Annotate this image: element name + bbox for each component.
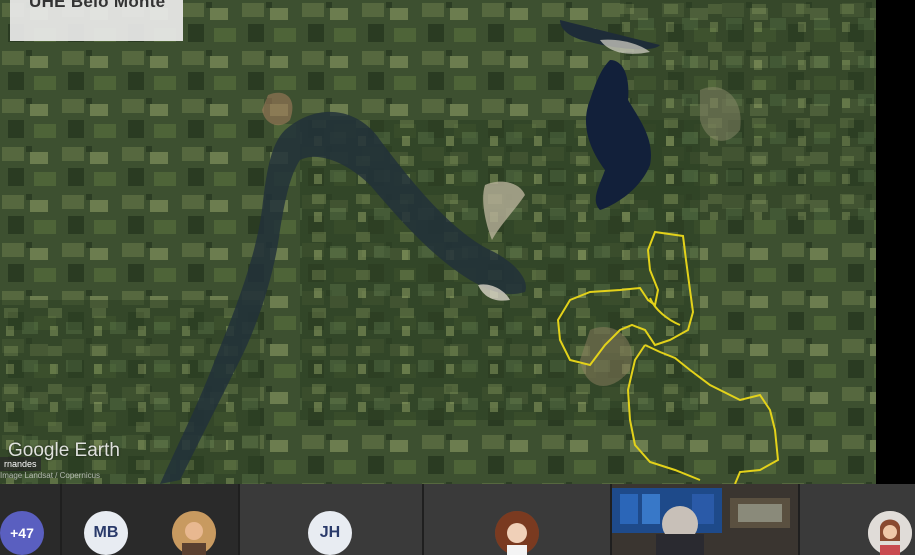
participant-tile-photo-2[interactable] xyxy=(424,484,610,555)
imagery-credit: Image Landsat / Copernicus xyxy=(0,471,101,480)
right-edge-bar xyxy=(876,0,915,484)
avatar: MB xyxy=(84,511,128,555)
map-title: UHE Belo Monte xyxy=(29,0,166,11)
presenter-name-tag: rnandes xyxy=(0,457,41,471)
participant-tile-photo-1[interactable] xyxy=(150,484,238,555)
participant-video xyxy=(612,484,798,555)
avatar xyxy=(172,511,216,555)
avatar: JH xyxy=(308,511,352,555)
map-label-box: UHE Belo Monte xyxy=(10,0,183,41)
avatar xyxy=(868,511,912,555)
satellite-map-view[interactable]: UHE Belo Monte Google Earth rnandes Imag… xyxy=(0,0,876,484)
more-participants-badge[interactable]: +47 xyxy=(0,511,44,555)
participant-video-tile[interactable] xyxy=(612,484,798,555)
avatar xyxy=(495,511,539,555)
satellite-imagery xyxy=(0,0,876,484)
participant-tile-mb[interactable]: MB xyxy=(62,484,150,555)
participant-tile-photo-3[interactable] xyxy=(800,484,915,555)
participant-tile-jh[interactable]: JH xyxy=(240,484,422,555)
participant-tile-more[interactable]: +47 xyxy=(0,484,60,555)
participant-strip: +47 MB JH xyxy=(0,484,915,555)
